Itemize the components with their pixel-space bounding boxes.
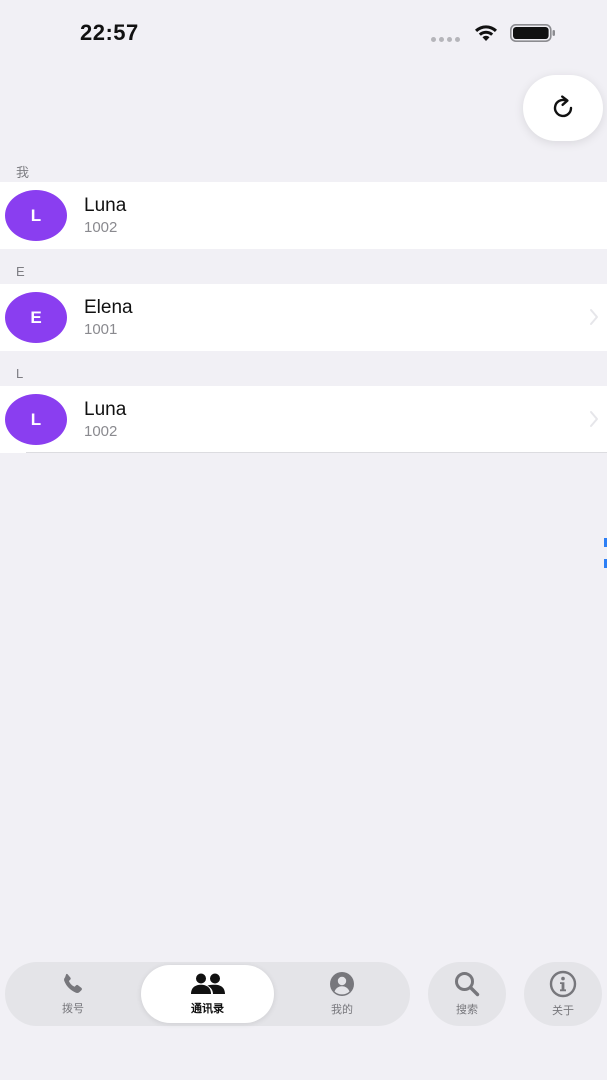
section-header-l: L <box>16 366 24 381</box>
contact-name: Luna <box>84 195 127 216</box>
contact-row[interactable]: E Elena 1001 <box>0 284 607 351</box>
contact-number: 1001 <box>84 321 118 338</box>
tab-label: 拨号 <box>62 1003 84 1015</box>
avatar: E <box>5 292 67 343</box>
battery-icon <box>510 24 555 42</box>
refresh-button[interactable] <box>523 75 603 141</box>
tab-about[interactable]: 关于 <box>524 962 602 1026</box>
tab-label: 关于 <box>552 1005 574 1017</box>
row-separator <box>26 452 607 453</box>
tab-bar: 拨号 通讯录 我的 <box>5 962 410 1026</box>
avatar: L <box>5 394 67 445</box>
avatar: L <box>5 190 67 241</box>
tab-contacts[interactable]: 通讯录 <box>141 965 274 1023</box>
profile-icon <box>330 972 354 996</box>
contact-name: Elena <box>84 297 133 318</box>
status-time: 22:57 <box>80 20 139 45</box>
contact-row[interactable]: L Luna 1002 <box>0 182 607 249</box>
search-icon <box>455 972 480 997</box>
refresh-icon <box>553 95 573 118</box>
section-header-me: 我 <box>16 165 30 180</box>
status-bar: 22:57 <box>0 0 607 66</box>
cellular-signal-icon <box>431 37 460 42</box>
tab-label: 搜索 <box>456 1004 478 1016</box>
tab-label: 通讯录 <box>191 1003 224 1015</box>
contact-number: 1002 <box>84 423 118 440</box>
wifi-icon <box>475 25 497 41</box>
chevron-right-icon <box>590 309 598 325</box>
chevron-right-icon <box>590 411 598 427</box>
contact-row[interactable]: L Luna 1002 <box>0 386 607 453</box>
tab-search[interactable]: 搜索 <box>428 962 506 1026</box>
tab-profile[interactable]: 我的 <box>274 962 410 1026</box>
contact-number: 1002 <box>84 219 118 236</box>
tab-dialer[interactable]: 拨号 <box>5 962 141 1026</box>
contact-name: Luna <box>84 399 127 420</box>
phone-icon <box>64 973 82 993</box>
tab-label: 我的 <box>331 1004 353 1016</box>
contacts-screen: 22:57 我 L Luna 1002 E E Elena 1001 L L L… <box>0 0 607 1080</box>
info-icon <box>549 970 577 998</box>
section-header-e: E <box>16 264 25 279</box>
contacts-icon <box>190 973 225 994</box>
